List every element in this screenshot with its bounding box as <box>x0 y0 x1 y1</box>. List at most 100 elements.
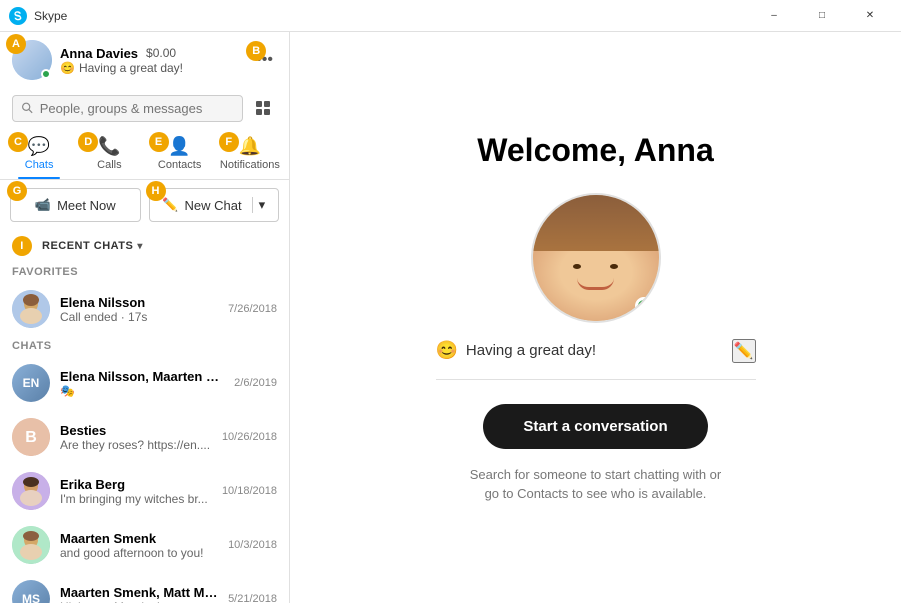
start-conversation-button[interactable]: Start a conversation <box>483 404 707 449</box>
action-buttons: G 📹 Meet Now H ✏️ New Chat ▾ <box>0 180 289 230</box>
badge-a: A <box>6 34 26 54</box>
avatar-container: A <box>12 40 52 80</box>
contact-name: Maarten Smenk, Matt Mill... <box>60 585 218 600</box>
tab-chats-label: Chats <box>25 159 54 171</box>
minimize-button[interactable]: – <box>751 0 797 32</box>
status-emoji: 😊 <box>60 61 75 75</box>
profile-balance: $0.00 <box>146 46 176 60</box>
new-chat-button[interactable]: H ✏️ New Chat ▾ <box>149 188 280 222</box>
message-time: 10/3/2018 <box>228 539 277 551</box>
recent-chats-label: RECENT CHATS <box>42 240 133 252</box>
contact-name: Elena Nilsson, Maarten Sm... <box>60 369 224 384</box>
tab-calls-label: Calls <box>97 159 121 171</box>
tab-contacts[interactable]: E 👤 Contacts <box>145 130 215 177</box>
contact-avatar-img <box>12 526 50 564</box>
chats-icon: 💬 <box>28 136 50 157</box>
chats-section-label: CHATS <box>0 336 289 356</box>
badge-d: D <box>78 132 98 152</box>
status-emoji: 😊 <box>436 340 458 361</box>
calls-icon: 📞 <box>98 136 120 157</box>
message-time: 7/26/2018 <box>228 303 277 315</box>
group-avatar-img: B <box>12 418 50 456</box>
status-text: Having a great day! <box>466 342 596 359</box>
maximize-button[interactable]: □ <box>799 0 845 32</box>
welcome-panel: Welcome, Anna 😊 Having a great day! ✏️ S… <box>290 32 901 603</box>
search-wrap <box>12 95 243 122</box>
meet-now-icon: 📹 <box>35 197 51 213</box>
main-layout: A Anna Davies $0.00 😊 Having a great day… <box>0 32 901 603</box>
meet-now-button[interactable]: G 📹 Meet Now <box>10 188 141 222</box>
list-item[interactable]: EN Elena Nilsson, Maarten Sm... 🎭 2/6/20… <box>0 356 289 410</box>
contact-preview: Hi, happy Monday! <box>60 600 218 603</box>
contact-preview: Are they roses? https://en.... <box>60 438 212 452</box>
tab-notifications-label: Notifications <box>220 159 280 171</box>
avatar <box>12 526 50 564</box>
avatar: B <box>12 418 50 456</box>
sidebar: A Anna Davies $0.00 😊 Having a great day… <box>0 32 290 603</box>
recent-chevron-icon: ▾ <box>137 241 143 252</box>
profile-status: 😊 Having a great day! <box>60 61 244 75</box>
edit-status-button[interactable]: ✏️ <box>732 339 756 363</box>
close-button[interactable]: ✕ <box>847 0 893 32</box>
new-chat-icon: ✏️ <box>162 197 178 213</box>
tab-calls[interactable]: D 📞 Calls <box>74 130 144 177</box>
contact-avatar-img <box>12 290 50 328</box>
contact-name: Erika Berg <box>60 477 212 492</box>
contact-preview: Call ended · 17s <box>60 310 218 324</box>
contact-name: Besties <box>60 423 212 438</box>
message-time: 2/6/2019 <box>234 377 277 389</box>
search-input[interactable] <box>40 101 234 116</box>
recent-chats-header: I RECENT CHATS ▾ <box>0 230 289 262</box>
avatar: MS <box>12 580 50 603</box>
welcome-title: Welcome, Anna <box>477 132 714 169</box>
contact-preview: and good afternoon to you! <box>60 546 218 560</box>
list-item[interactable]: Maarten Smenk and good afternoon to you!… <box>0 518 289 572</box>
titlebar: Skype – □ ✕ <box>0 0 901 32</box>
help-text: Search for someone to start chatting wit… <box>466 465 726 504</box>
titlebar-title: Skype <box>34 9 751 23</box>
list-item[interactable]: B Besties Are they roses? https://en....… <box>0 410 289 464</box>
contact-info: Elena Nilsson, Maarten Sm... 🎭 <box>60 369 224 398</box>
contact-info: Maarten Smenk, Matt Mill... Hi, happy Mo… <box>60 585 218 603</box>
contact-info: Maarten Smenk and good afternoon to you! <box>60 531 218 560</box>
meet-now-label: Meet Now <box>57 198 116 213</box>
badge-i: I <box>12 236 32 256</box>
profile-area: A Anna Davies $0.00 😊 Having a great day… <box>0 32 289 88</box>
search-area <box>0 88 289 128</box>
list-item[interactable]: Erika Berg I'm bringing my witches br...… <box>0 464 289 518</box>
contact-preview: 🎭 <box>60 384 224 398</box>
contact-info: Besties Are they roses? https://en.... <box>60 423 212 452</box>
avatar <box>12 290 50 328</box>
online-status-dot <box>41 69 51 79</box>
new-chat-dropdown-icon: ▾ <box>252 197 266 213</box>
svg-text:B: B <box>25 429 37 446</box>
contact-avatar-img <box>12 472 50 510</box>
list-item[interactable]: Elena Nilsson Call ended · 17s 7/26/2018 <box>0 282 289 336</box>
message-time: 10/18/2018 <box>222 485 277 497</box>
nav-tabs: C 💬 Chats D 📞 Calls E 👤 Contacts F 🔔 Not… <box>0 128 289 180</box>
favorites-label: FAVORITES <box>0 262 289 282</box>
badge-f: F <box>219 132 239 152</box>
contact-info: Erika Berg I'm bringing my witches br... <box>60 477 212 506</box>
status-text: Having a great day! <box>79 61 183 75</box>
badge-h: H <box>146 181 166 201</box>
profile-name: Anna Davies <box>60 46 138 61</box>
new-chat-label: New Chat <box>185 198 242 213</box>
titlebar-controls: – □ ✕ <box>751 0 893 32</box>
tab-contacts-label: Contacts <box>158 159 201 171</box>
tab-chats[interactable]: C 💬 Chats <box>4 130 74 177</box>
grid-icon <box>255 100 271 116</box>
message-time: 10/26/2018 <box>222 431 277 443</box>
badge-g: G <box>7 181 27 201</box>
online-dot <box>635 297 653 315</box>
grid-button[interactable] <box>249 94 277 122</box>
message-time: 5/21/2018 <box>228 593 277 603</box>
contact-name: Elena Nilsson <box>60 295 218 310</box>
badge-c: C <box>8 132 28 152</box>
contact-info: Elena Nilsson Call ended · 17s <box>60 295 218 324</box>
search-icon <box>21 101 34 115</box>
contacts-icon: 👤 <box>168 136 190 157</box>
list-item[interactable]: MS Maarten Smenk, Matt Mill... Hi, happy… <box>0 572 289 603</box>
status-bar: 😊 Having a great day! ✏️ <box>436 339 756 380</box>
tab-notifications[interactable]: F 🔔 Notifications <box>215 130 285 177</box>
